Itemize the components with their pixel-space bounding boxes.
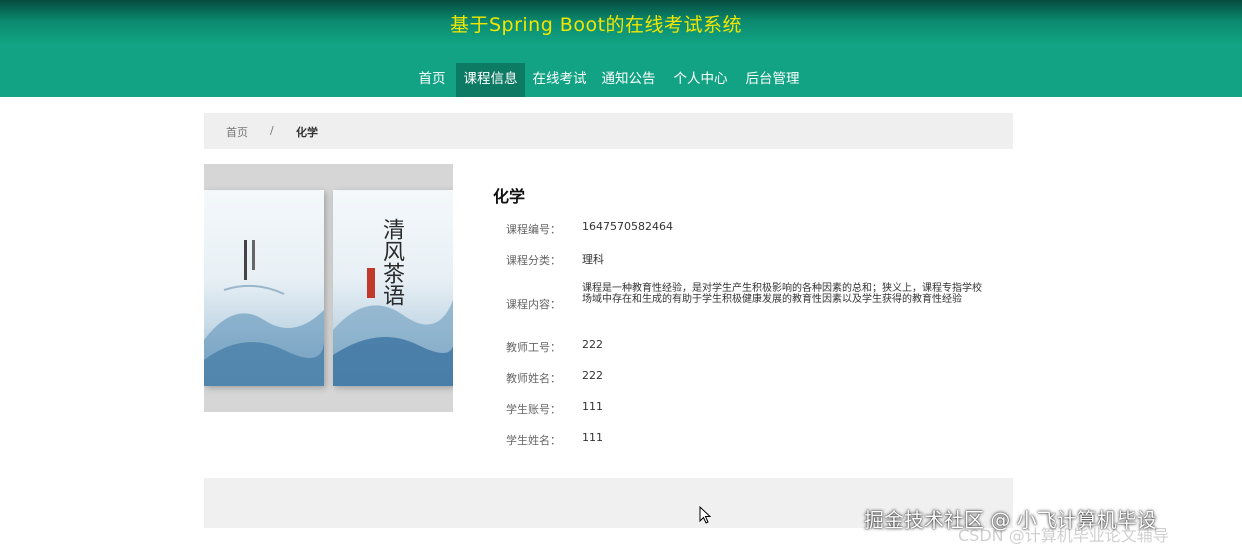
field-value-teacher-name: 222 — [582, 369, 603, 382]
breadcrumb-separator: / — [270, 124, 274, 137]
field-value-teacher-id: 222 — [582, 338, 603, 351]
nav-course-info[interactable]: 课程信息 — [456, 63, 525, 97]
main-nav: 首页 课程信息 在线考试 通知公告 个人中心 后台管理 — [0, 63, 1242, 97]
field-value-course-id: 1647570582464 — [582, 220, 673, 233]
course-title: 化学 — [493, 187, 526, 206]
field-label-student-account: 学生账号： — [506, 403, 561, 416]
nav-notices[interactable]: 通知公告 — [596, 63, 661, 97]
nav-home[interactable]: 首页 — [410, 63, 454, 97]
field-label-student-name: 学生姓名： — [506, 434, 561, 447]
seal-icon — [367, 268, 375, 298]
vertical-text-mark — [244, 240, 247, 280]
book-title: 清风茶语 — [379, 218, 404, 306]
nav-admin[interactable]: 后台管理 — [740, 63, 805, 97]
field-label-content: 课程内容： — [506, 298, 561, 311]
vertical-text-mark — [252, 240, 255, 270]
field-label-category: 课程分类： — [506, 254, 561, 267]
nav-personal-center[interactable]: 个人中心 — [668, 63, 733, 97]
field-label-course-id: 课程编号： — [506, 223, 561, 236]
breadcrumb-current: 化学 — [296, 126, 318, 139]
breadcrumb-home[interactable]: 首页 — [226, 124, 248, 140]
field-value-content: 课程是一种教育性经验，是对学生产生积极影响的各种因素的总和；狭义上，课程专指学校… — [582, 283, 982, 305]
field-value-student-name: 111 — [582, 431, 603, 444]
mouse-cursor-icon — [699, 506, 711, 524]
field-label-teacher-id: 教师工号： — [506, 341, 561, 354]
book-back-cover — [204, 190, 324, 386]
site-title: 基于Spring Boot的在线考试系统 — [449, 14, 743, 36]
nav-online-exam[interactable]: 在线考试 — [527, 63, 592, 97]
book-front-cover: 清风茶语 — [333, 190, 453, 386]
mountain-illustration — [204, 284, 324, 386]
field-label-teacher-name: 教师姓名： — [506, 372, 561, 385]
juejin-watermark: 掘金技术社区 @ 小飞计算机毕设 — [864, 508, 1157, 532]
course-cover-image: 清风茶语 — [204, 164, 453, 412]
field-value-student-account: 111 — [582, 400, 603, 413]
site-header: 基于Spring Boot的在线考试系统 首页 课程信息 在线考试 通知公告 个… — [0, 0, 1242, 97]
field-value-category: 理科 — [582, 253, 604, 266]
breadcrumb: 首页 / 化学 — [204, 113, 1013, 149]
